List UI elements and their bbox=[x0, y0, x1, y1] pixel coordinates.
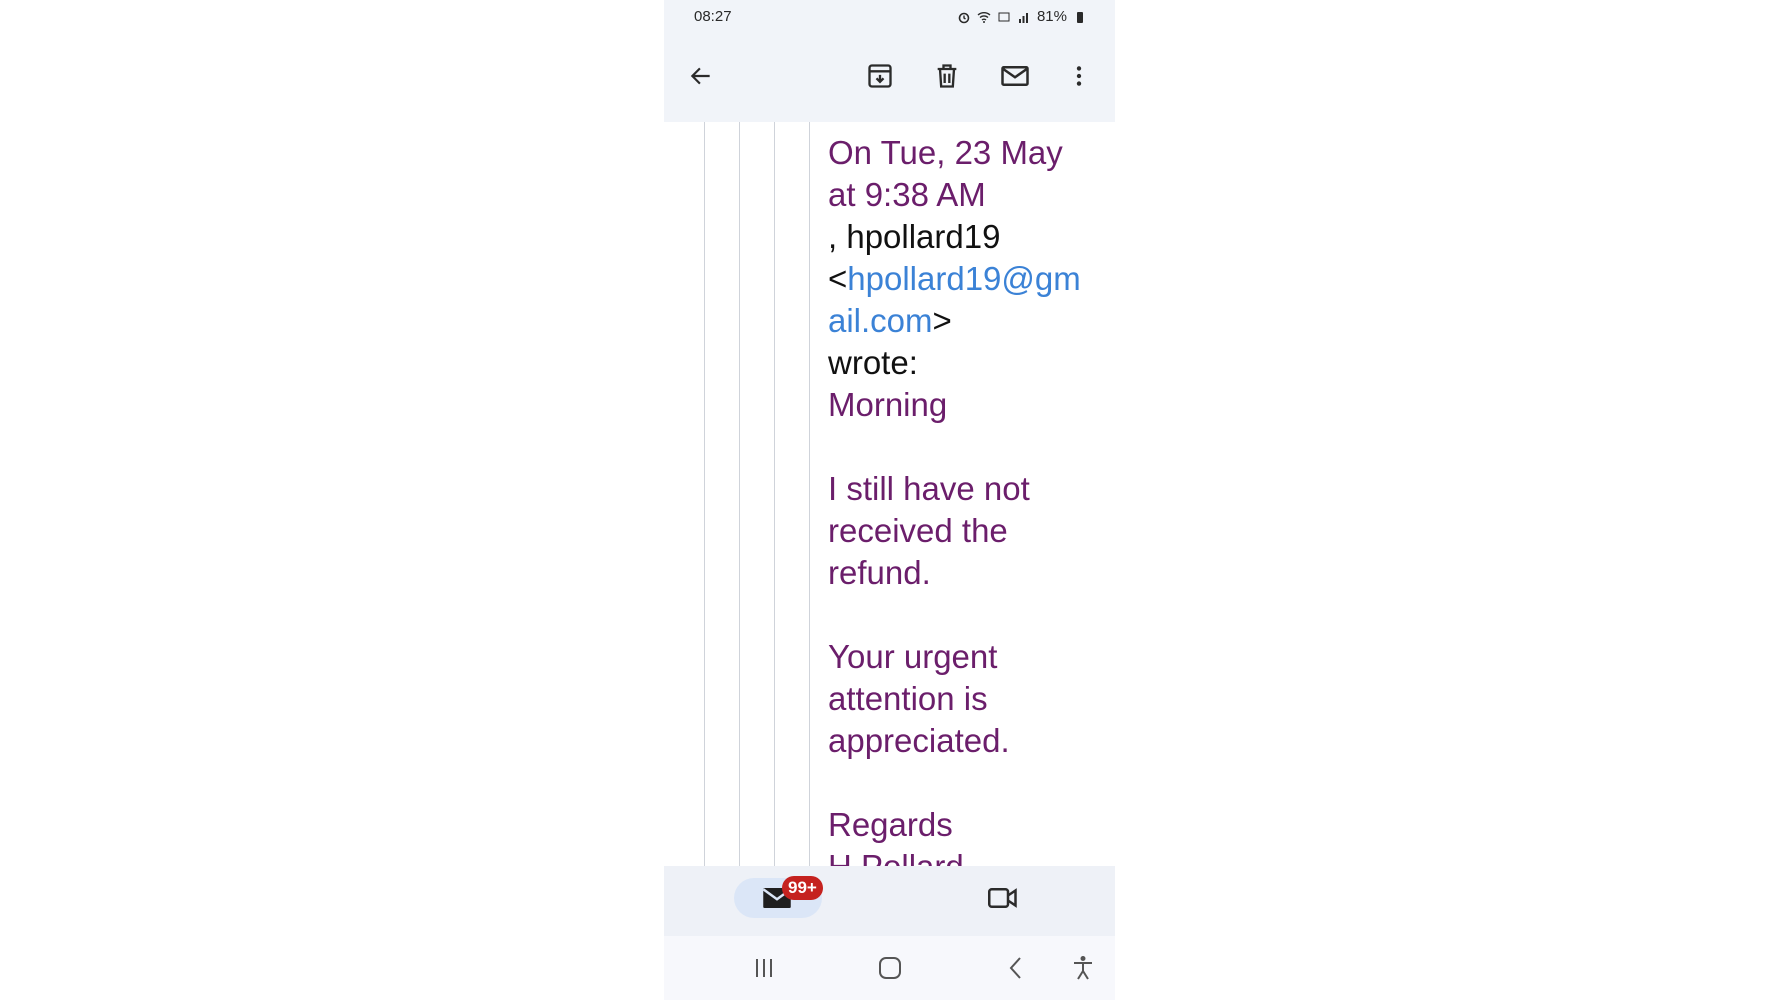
body-paragraph-1: I still have not received the refund. bbox=[828, 470, 1030, 591]
quote-divider bbox=[809, 122, 810, 866]
system-navigation bbox=[664, 936, 1115, 1000]
home-icon[interactable] bbox=[870, 948, 910, 988]
recents-icon[interactable] bbox=[744, 948, 784, 988]
back-icon[interactable] bbox=[996, 948, 1036, 988]
email-toolbar bbox=[664, 34, 1115, 122]
battery-icon bbox=[1077, 11, 1083, 23]
sender-name: , hpollard19 bbox=[828, 218, 1001, 255]
status-icons: 81% bbox=[957, 8, 1087, 25]
battery-percent: 81% bbox=[1036, 8, 1067, 25]
back-arrow-icon[interactable] bbox=[681, 56, 721, 96]
quoted-message: On Tue, 23 May at 9:38 AM , hpollard19 <… bbox=[828, 132, 1096, 866]
bottom-navigation: 99+ bbox=[664, 866, 1115, 936]
sender-bracket-close: > bbox=[932, 302, 952, 339]
quote-divider bbox=[739, 122, 740, 866]
unread-badge: 99+ bbox=[782, 876, 823, 900]
video-icon bbox=[988, 888, 1017, 908]
signoff: Regards bbox=[828, 806, 953, 843]
delete-icon[interactable] bbox=[927, 56, 967, 96]
meet-tab[interactable] bbox=[983, 878, 1023, 918]
status-time: 08:27 bbox=[694, 8, 732, 25]
accessibility-icon[interactable] bbox=[1063, 948, 1103, 988]
volte-icon bbox=[998, 12, 1010, 21]
wrote-label: wrote: bbox=[828, 344, 918, 381]
archive-icon[interactable] bbox=[860, 56, 900, 96]
wifi-icon bbox=[977, 11, 991, 23]
greeting: Morning bbox=[828, 386, 948, 423]
more-options-icon[interactable] bbox=[1059, 56, 1099, 96]
signal-icon bbox=[1018, 12, 1028, 23]
sender-bracket-open: < bbox=[828, 260, 848, 297]
signature: H Pollard bbox=[828, 846, 1096, 866]
status-bar: 08:27 81% bbox=[664, 0, 1115, 34]
phone-screen: 08:27 81% On Tue, 23 May at 9:38 AM , hp… bbox=[664, 0, 1115, 1000]
body-paragraph-2: Your urgent attention is appreciated. bbox=[828, 638, 1010, 759]
alarm-icon bbox=[958, 12, 970, 23]
quote-header-date: On Tue, 23 May bbox=[828, 134, 1063, 171]
quote-header-time: at 9:38 AM bbox=[828, 176, 986, 213]
email-body: On Tue, 23 May at 9:38 AM , hpollard19 <… bbox=[664, 122, 1115, 866]
mark-unread-icon[interactable] bbox=[995, 56, 1035, 96]
sender-email-link[interactable]: hpollard19@gmail.com bbox=[828, 260, 1081, 339]
quote-divider bbox=[774, 122, 775, 866]
sender-line: <hpollard19@gmail.com> bbox=[828, 258, 1096, 342]
quote-divider bbox=[704, 122, 705, 866]
